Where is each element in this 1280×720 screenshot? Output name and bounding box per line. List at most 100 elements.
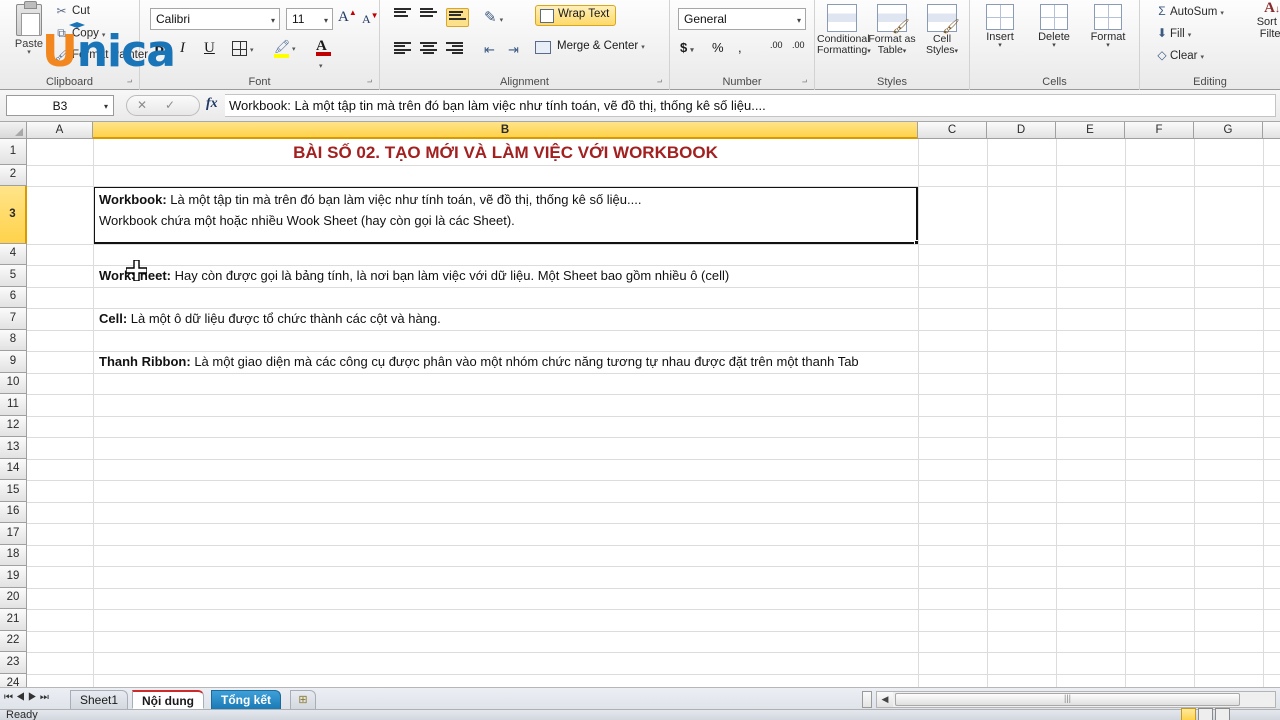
row-header-20[interactable]: 20 [0,588,27,609]
cell-B3-line2[interactable]: Workbook chứa một hoặc nhiều Wook Sheet … [99,213,515,228]
cell-B7[interactable]: Cell: Là một ô dữ liệu được tổ chức thàn… [99,311,441,326]
row-header-1[interactable]: 1 [0,139,27,165]
column-header-A[interactable]: A [27,122,93,139]
comma-format-button[interactable]: , [738,40,742,55]
enter-icon[interactable]: ✓ [165,98,175,112]
row-header-21[interactable]: 21 [0,609,27,631]
previous-sheet-icon[interactable]: ◀ [16,692,28,703]
next-sheet-icon[interactable]: ▶ [28,692,40,703]
font-size-combobox[interactable]: 11 ▾ [286,8,333,30]
italic-button[interactable]: I [180,40,185,57]
horizontal-scrollbar[interactable]: ◀ [876,691,1276,708]
column-header-B[interactable]: B [93,122,918,139]
last-sheet-icon[interactable]: ⏭ [40,692,52,703]
borders-button[interactable]: ▾ [232,40,254,57]
cell-B9[interactable]: Thanh Ribbon: Là một giao diện mà các cô… [99,354,859,369]
row-header-13[interactable]: 13 [0,437,27,459]
align-top-button[interactable] [394,8,411,21]
row-header-7[interactable]: 7 [0,308,27,330]
wrap-text-button[interactable]: Wrap Text [535,5,617,26]
grid-cells-area[interactable]: BÀI SỐ 02. TẠO MỚI VÀ LÀM VIỆC VỚI WORKB… [27,139,1280,687]
font-color-button[interactable]: A ▾ [316,38,331,73]
row-header-4[interactable]: 4 [0,244,27,265]
cell-styles-button[interactable]: 🖌 Cell Styles▾ [917,4,967,57]
chevron-down-icon[interactable]: ▾ [104,102,108,111]
formula-input[interactable]: Workbook: Là một tập tin mà trên đó bạn … [225,94,1276,117]
column-header-F[interactable]: F [1125,122,1194,139]
increase-indent-button[interactable]: ⇥ [508,42,519,58]
cancel-icon[interactable]: ✕ [137,98,147,112]
number-dialog-launcher[interactable] [799,76,810,87]
normal-view-icon[interactable] [1181,708,1196,720]
insert-sheet-icon[interactable]: ⊞ [290,690,316,709]
row-header-22[interactable]: 22 [0,631,27,652]
merge-center-button[interactable]: Merge & Center ▾ [535,40,645,54]
grow-font-button[interactable]: A▲ [338,8,357,26]
insert-function-icon[interactable]: fx [206,96,218,112]
clipboard-dialog-launcher[interactable] [124,76,135,87]
row-header-5[interactable]: 5 [0,265,27,287]
sheet-tab-tong-ket[interactable]: Tổng kết [211,690,281,709]
row-header-17[interactable]: 17 [0,523,27,545]
font-dialog-launcher[interactable] [364,76,375,87]
column-header-E[interactable]: E [1056,122,1125,139]
row-header-11[interactable]: 11 [0,394,27,416]
align-middle-button[interactable] [420,8,437,21]
conditional-formatting-button[interactable]: Conditional Formatting▾ [817,4,871,57]
row-header-18[interactable]: 18 [0,545,27,566]
fill-handle[interactable] [914,240,920,246]
currency-format-button[interactable]: $ ▾ [680,40,694,55]
decrease-decimal-button[interactable]: .00 [792,40,805,50]
align-right-button[interactable] [446,42,463,55]
align-center-button[interactable] [420,42,437,55]
horizontal-scrollbar-thumb[interactable] [895,693,1240,706]
paste-button[interactable]: Paste ▾ [6,1,52,64]
format-cells-button[interactable]: Format ▾ [1082,4,1134,49]
insert-cells-button[interactable]: Insert ▾ [974,4,1026,49]
chevron-down-icon[interactable]: ▾ [6,49,52,56]
scroll-left-icon[interactable]: ◀ [877,692,893,707]
row-header-12[interactable]: 12 [0,416,27,437]
row-header-16[interactable]: 16 [0,502,27,523]
clear-button[interactable]: ◇ Clear ▾ [1154,48,1204,62]
sheet-tab-noi-dung[interactable]: Nội dung [132,690,204,709]
shrink-font-button[interactable]: A▼ [362,11,379,27]
bold-button[interactable]: B [154,40,164,57]
row-header-9[interactable]: 9 [0,351,27,373]
format-as-table-button[interactable]: 🖌 Format as Table▾ [867,4,917,57]
number-format-combobox[interactable]: General ▾ [678,8,806,30]
fill-button[interactable]: ⬇ Fill ▾ [1154,26,1191,40]
align-bottom-button[interactable] [446,8,469,27]
cell-B5[interactable]: WorkSheet: Hay còn được gọi là bảng tính… [99,268,729,283]
cell-B1-title[interactable]: BÀI SỐ 02. TẠO MỚI VÀ LÀM VIỆC VỚI WORKB… [93,143,918,163]
alignment-dialog-launcher[interactable] [654,76,665,87]
fill-color-button[interactable]: 🖍 ▾ [274,39,296,58]
column-header-extra[interactable] [1263,122,1280,139]
align-left-button[interactable] [394,42,411,55]
increase-decimal-button[interactable]: .00 [770,40,783,50]
column-header-D[interactable]: D [987,122,1056,139]
sheet-tab-sheet1[interactable]: Sheet1 [70,690,129,709]
row-header-19[interactable]: 19 [0,566,27,588]
orientation-button[interactable]: ✎ ▾ [484,8,503,26]
delete-cells-button[interactable]: Delete ▾ [1028,4,1080,49]
row-header-6[interactable]: 6 [0,287,27,308]
autosum-button[interactable]: Σ AutoSum ▾ [1154,4,1224,18]
cell-B3-line1[interactable]: Workbook: Là một tập tin mà trên đó bạn … [99,192,641,207]
cut-button[interactable]: ✂ Cut [54,4,89,18]
column-header-C[interactable]: C [918,122,987,139]
format-painter-button[interactable]: 🖌 Format Painter [54,48,148,62]
first-sheet-icon[interactable]: ⏮ [4,692,16,703]
underline-button[interactable]: U [204,40,215,57]
page-break-view-icon[interactable] [1215,708,1230,720]
row-header-3[interactable]: 3 [0,186,27,244]
select-all-corner[interactable] [0,122,27,139]
decrease-indent-button[interactable]: ⇤ [484,42,495,58]
column-header-G[interactable]: G [1194,122,1263,139]
row-header-10[interactable]: 10 [0,373,27,394]
horizontal-split-handle[interactable] [862,691,872,708]
row-header-8[interactable]: 8 [0,330,27,351]
copy-button[interactable]: ⧉ Copy ▾ [54,26,105,41]
row-header-15[interactable]: 15 [0,480,27,502]
percent-format-button[interactable]: % [712,40,724,55]
